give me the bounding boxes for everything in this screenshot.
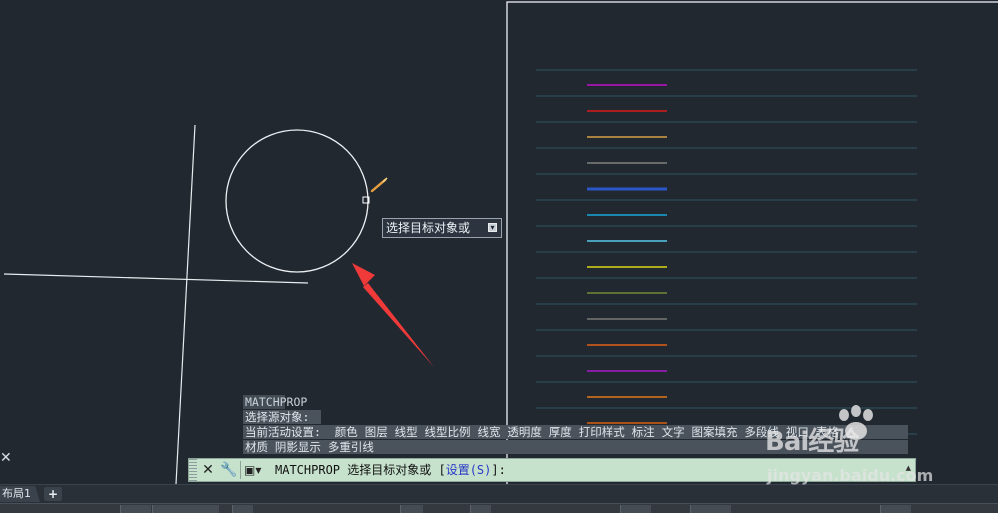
watermark-brand: Bai经验 <box>765 427 859 457</box>
history-line-select-source: 选择源对象: <box>243 410 321 424</box>
command-prompt-suffix: ]: <box>491 463 506 477</box>
circle-object[interactable] <box>225 129 369 273</box>
watermark-url: jingyan.baidu.com <box>767 466 934 485</box>
option-settings[interactable]: 设置(S) <box>446 463 492 477</box>
add-layout-button[interactable]: + <box>44 487 62 501</box>
tab-layout1[interactable]: 布局1 <box>0 486 40 502</box>
command-prompt-text: MATCHPROP 选择目标对象或 [ <box>275 463 446 477</box>
paintbrush-cursor-icon <box>370 177 388 193</box>
history-line-command: MATCHPROP <box>243 395 308 409</box>
command-prompt-icon[interactable]: ▣▾ <box>244 461 261 479</box>
tooltip-expand-icon[interactable]: ▾ <box>488 223 497 232</box>
command-line-grip[interactable] <box>189 459 197 481</box>
horizontal-construction-line[interactable] <box>3 273 309 284</box>
annotation-arrow <box>352 263 434 367</box>
command-line-separator <box>240 461 241 479</box>
wrench-icon[interactable]: 🔧 <box>220 461 237 479</box>
vertical-construction-line[interactable] <box>175 124 196 485</box>
command-input[interactable]: MATCHPROP 选择目标对象或 [设置(S)]: <box>275 462 506 478</box>
palette-close-icon[interactable]: ✕ <box>0 451 12 465</box>
tooltip-text: 选择目标对象或 <box>386 221 471 235</box>
close-icon[interactable]: ✕ <box>200 461 216 479</box>
watermark: Bai经验 jingyan.baidu.com <box>765 405 965 495</box>
input-tooltip: 选择目标对象或 ▾ <box>382 218 502 238</box>
